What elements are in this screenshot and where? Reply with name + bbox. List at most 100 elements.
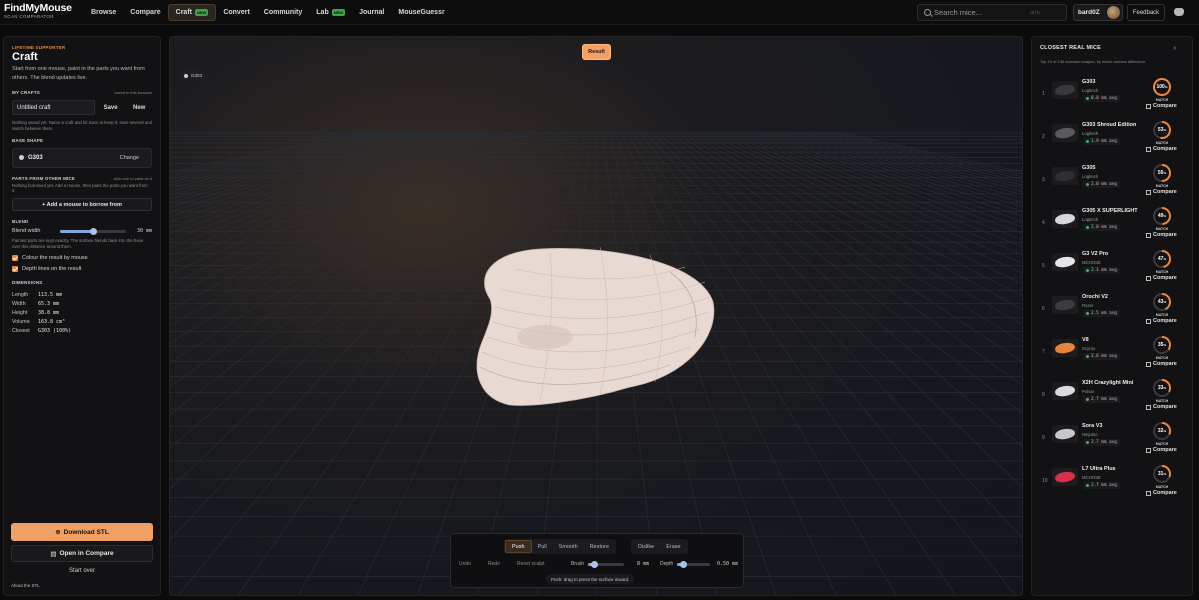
- search-box[interactable]: Search mice... ctrl K: [917, 4, 1067, 21]
- compare-button[interactable]: Compare: [1146, 490, 1177, 496]
- mouse-brand: Logitech: [1082, 217, 1099, 222]
- mouse-row[interactable]: 1 G303 Logitech 0.0 mm avg 100% MATCH Co…: [1032, 77, 1192, 120]
- compare-button[interactable]: Compare: [1146, 275, 1177, 281]
- add-mouse-button[interactable]: + Add a mouse to borrow from: [12, 198, 152, 212]
- new-button[interactable]: New: [126, 100, 152, 115]
- percent-sign: %: [1163, 343, 1167, 347]
- compare-label: Compare: [1153, 189, 1177, 195]
- tool-erase[interactable]: Erase: [660, 540, 686, 553]
- chevron-right-icon[interactable]: ›: [1174, 45, 1176, 52]
- mouse-row[interactable]: 8 X2H Crazylight Mini Pulsar 2.7 mm avg …: [1032, 378, 1192, 421]
- compare-button[interactable]: Compare: [1146, 146, 1177, 152]
- deviation-value: 2.7 mm avg: [1091, 483, 1117, 488]
- mouse-shape-icon: [1054, 169, 1076, 183]
- undo-button[interactable]: Undo: [459, 561, 471, 567]
- start-over-button[interactable]: Start over: [11, 568, 153, 574]
- nav-compare[interactable]: Compare: [123, 4, 167, 21]
- dimension-row: Closest G303 (100%): [12, 327, 152, 336]
- 3d-viewport[interactable]: Result G303 Push Pull Smooth Restore Dislik…: [169, 36, 1023, 596]
- tool-smooth[interactable]: Smooth: [553, 540, 584, 553]
- mouse-name: Orochi V2: [1082, 294, 1108, 300]
- open-in-compare-button[interactable]: ▤ Open in Compare: [11, 545, 153, 562]
- match-value: 100: [1156, 84, 1165, 90]
- download-label: Download STL: [63, 528, 109, 536]
- about-stl-link[interactable]: About the STL: [11, 583, 40, 588]
- brush-slider[interactable]: [588, 561, 624, 568]
- compare-button[interactable]: Compare: [1146, 189, 1177, 195]
- nav-lab[interactable]: Lab NEW: [309, 4, 352, 21]
- mouse-name: G303: [1082, 79, 1096, 85]
- match-label: MATCH: [1155, 270, 1169, 274]
- tool-hint: Push: drag to press the surface inward.: [546, 574, 635, 584]
- mouse-row[interactable]: 6 Orochi V2 Razer 2.5 mm avg 43% MATCH C…: [1032, 292, 1192, 335]
- tool-pull[interactable]: Pull: [532, 540, 553, 553]
- mouse-deviation: 0.0 mm avg: [1083, 95, 1120, 102]
- nav-convert[interactable]: Convert: [216, 4, 256, 21]
- colour-result-checkbox[interactable]: Colour the result by mouse: [12, 254, 152, 261]
- nav-community[interactable]: Community: [257, 4, 310, 21]
- sculpt-tools-secondary: Dislike Erase: [631, 539, 688, 554]
- mouse-name: V8: [1082, 337, 1089, 343]
- compare-button[interactable]: Compare: [1146, 361, 1177, 367]
- compare-button[interactable]: Compare: [1146, 103, 1177, 109]
- compare-button[interactable]: Compare: [1146, 447, 1177, 453]
- dimensions-list: Length 113.5 mm Width 65.3 mm Height 38.8 mm V…: [12, 291, 152, 336]
- mouse-brand: Pulsar: [1082, 389, 1095, 394]
- feedback-button[interactable]: Feedback: [1127, 4, 1165, 21]
- depth-slider[interactable]: [677, 561, 710, 568]
- blend-width-value: 30 mm: [136, 228, 152, 235]
- craft-name-input[interactable]: Untitled craft: [12, 100, 95, 115]
- compare-button[interactable]: Compare: [1146, 404, 1177, 410]
- compare-button[interactable]: Compare: [1146, 232, 1177, 238]
- mouse-row[interactable]: 2 G303 Shroud Edition Logitech 1.9 mm av…: [1032, 120, 1192, 163]
- mouse-thumbnail: [1052, 296, 1078, 314]
- depth-lines-checkbox[interactable]: Depth lines on the result: [12, 265, 152, 272]
- mouse-deviation: 2.7 mm avg: [1083, 482, 1120, 489]
- mouse-deviation: 1.9 mm avg: [1083, 138, 1120, 145]
- status-dot: [1086, 226, 1089, 229]
- craft-panel: LIFETIME SUPPORTER Craft Start from one …: [3, 36, 161, 596]
- mouse-deviation: 2.6 mm avg: [1083, 353, 1120, 360]
- mouse-model[interactable]: [476, 246, 715, 406]
- result-button[interactable]: Result: [582, 44, 611, 60]
- slider-handle[interactable]: [590, 561, 598, 568]
- search-placeholder: Search mice...: [934, 8, 982, 17]
- slider-handle[interactable]: [89, 227, 97, 235]
- mouse-row[interactable]: 3 G305 Logitech 2.0 mm avg 50% MATCH Com…: [1032, 163, 1192, 206]
- blend-width-slider[interactable]: [60, 227, 126, 235]
- nav-mouseguessr[interactable]: MouseGuessr: [391, 4, 451, 21]
- mouse-deviation: 2.0 mm avg: [1083, 224, 1120, 231]
- nav-craft[interactable]: Craft NEW: [167, 4, 217, 21]
- brand-logo[interactable]: FindMyMouse SCAN COMPARATOR: [4, 2, 86, 19]
- redo-button[interactable]: Redo: [488, 561, 500, 567]
- user-menu[interactable]: bard0Z: [1073, 4, 1123, 21]
- compare-button[interactable]: Compare: [1146, 318, 1177, 324]
- download-stl-button[interactable]: ⊕ Download STL: [11, 523, 153, 541]
- change-base-button[interactable]: Change: [120, 155, 139, 161]
- nav-journal[interactable]: Journal: [352, 4, 391, 21]
- deviation-value: 2.1 mm avg: [1091, 268, 1117, 273]
- nav-browse[interactable]: Browse: [84, 4, 123, 21]
- mouse-row[interactable]: 7 V8 Scyrox 2.6 mm avg 35% MATCH Compare: [1032, 335, 1192, 378]
- tool-restore[interactable]: Restore: [584, 540, 615, 553]
- save-button[interactable]: Save: [98, 100, 124, 115]
- mouse-row[interactable]: 5 G3 V2 Pro MCHOSE 2.1 mm avg 47% MATCH …: [1032, 249, 1192, 292]
- reset-sculpt-button[interactable]: Reset sculpt: [517, 561, 545, 567]
- match-ring: 100%: [1153, 78, 1171, 96]
- mouse-brand: Logitech: [1082, 88, 1099, 93]
- slider-handle[interactable]: [680, 561, 688, 568]
- mouse-row[interactable]: 10 L7 Ultra Plus MCHOSE 2.7 mm avg 31% M…: [1032, 464, 1192, 507]
- nav-label: Journal: [359, 9, 385, 16]
- mouse-shape-icon: [1054, 341, 1076, 355]
- mouse-deviation: 2.5 mm avg: [1083, 310, 1120, 317]
- discord-icon[interactable]: [1174, 8, 1184, 16]
- mouse-deviation: 2.0 mm avg: [1083, 181, 1120, 188]
- mouse-brand: MCHOSE: [1082, 260, 1101, 265]
- mouse-row[interactable]: 4 G305 X SUPERLIGHT Logitech 2.0 mm avg …: [1032, 206, 1192, 249]
- mouse-row[interactable]: 9 Sora V3 Ninjutso 2.7 mm avg 32% MATCH …: [1032, 421, 1192, 464]
- mouse-brand: Razer: [1082, 303, 1094, 308]
- status-dot: [1086, 484, 1089, 487]
- tool-dislike[interactable]: Dislike: [632, 540, 660, 553]
- tool-push[interactable]: Push: [505, 540, 532, 553]
- dimensions-label: DIMENSIONS: [12, 279, 43, 285]
